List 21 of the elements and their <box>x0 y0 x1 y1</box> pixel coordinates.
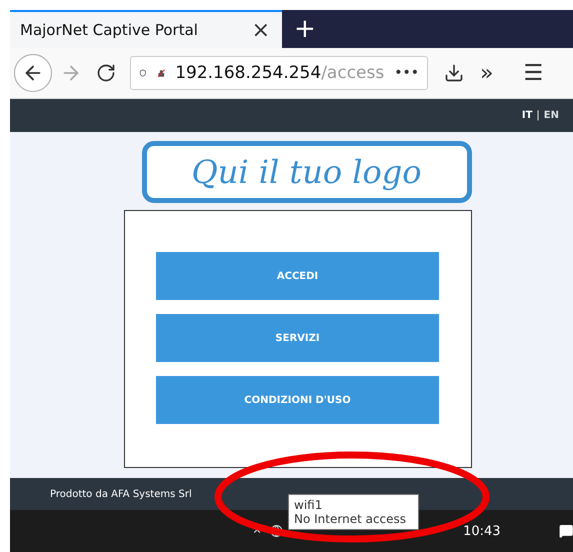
footer-text: Prodotto da AFA Systems Srl <box>50 488 192 500</box>
language-link[interactable]: EN <box>544 110 559 121</box>
reload-icon[interactable] <box>96 63 116 83</box>
url-text: 192.168.254.254/access <box>175 63 384 83</box>
new-tab-button[interactable]: + <box>294 14 316 44</box>
overflow-button[interactable]: » <box>480 60 494 86</box>
logo-text: Qui il tuo logo <box>191 153 422 191</box>
globe-icon[interactable] <box>270 522 284 540</box>
close-tab-button[interactable]: × <box>252 18 270 42</box>
browser-tab[interactable]: MajorNet Captive Portal × <box>10 10 282 48</box>
clock-time[interactable]: 10:43 <box>463 524 501 538</box>
page-actions-button[interactable]: ••• <box>394 65 419 81</box>
download-icon[interactable] <box>444 63 464 83</box>
network-name: wifi1 <box>294 498 324 512</box>
language-separator: | <box>536 110 540 121</box>
tab-title: MajorNet Captive Portal <box>20 21 198 39</box>
menu-button[interactable]: ☰ <box>523 60 544 86</box>
address-bar[interactable]: 192.168.254.254/access ••• <box>130 56 428 90</box>
back-button[interactable] <box>14 54 52 92</box>
language-link[interactable]: IT <box>522 110 532 121</box>
network-status: No Internet access <box>294 512 408 526</box>
